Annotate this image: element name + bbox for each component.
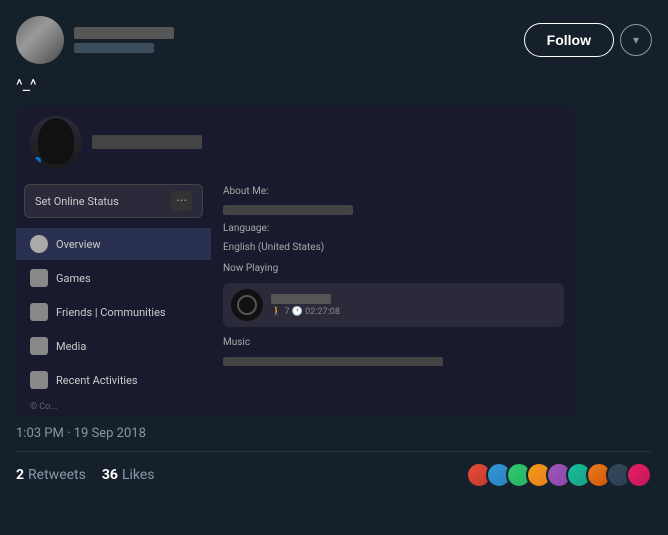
ps-game-icon-inner <box>237 295 257 315</box>
ps-copyright: © Co... <box>16 398 211 416</box>
ps-online-dot <box>32 156 42 166</box>
ps-game-info: 🚶 7 🕐 02:27:08 <box>271 294 340 317</box>
ps-body: Set Online Status ··· Overview Games Fri… <box>16 178 576 416</box>
person-icon <box>30 235 48 253</box>
ps-profile-screenshot: Set Online Status ··· Overview Games Fri… <box>16 106 576 416</box>
likers-row <box>466 462 652 488</box>
retweet-stat: 2 Retweets <box>16 467 86 483</box>
ps-dots-icon: ··· <box>171 191 192 211</box>
chevron-down-icon: ▾ <box>633 33 639 47</box>
media-icon <box>30 337 48 355</box>
tweet-image: Set Online Status ··· Overview Games Fri… <box>16 106 576 416</box>
ps-set-status[interactable]: Set Online Status ··· <box>24 184 203 218</box>
ps-menu-friends[interactable]: Friends | Communities <box>16 296 211 328</box>
tweet-text: ^_^ <box>16 74 652 96</box>
ps-media-label: Media <box>56 340 86 353</box>
ps-menu-media[interactable]: Media <box>16 330 211 362</box>
recent-icon <box>30 371 48 389</box>
likes-count: 36 <box>102 467 118 483</box>
ps-language-value: English (United States) <box>223 242 564 253</box>
user-info <box>16 16 174 64</box>
ps-game-card: 🚶 7 🕐 02:27:08 <box>223 283 564 327</box>
liker-avatar[interactable] <box>626 462 652 488</box>
ps-friends-label: Friends | Communities <box>56 306 166 319</box>
ps-menu-recent[interactable]: Recent Activities <box>16 364 211 396</box>
ps-recent-label: Recent Activities <box>56 374 138 387</box>
avatar-image <box>16 16 64 64</box>
likes-label: Likes <box>122 467 155 483</box>
chevron-button[interactable]: ▾ <box>620 24 652 56</box>
ps-header <box>16 106 576 178</box>
follow-button[interactable]: Follow <box>524 23 614 57</box>
display-name <box>74 27 174 39</box>
ps-game-icon <box>231 289 263 321</box>
ps-menu-games[interactable]: Games <box>16 262 211 294</box>
user-names <box>74 27 174 53</box>
ps-games-label: Games <box>56 272 91 285</box>
ps-music-bar <box>223 357 443 366</box>
avatar[interactable] <box>16 16 64 64</box>
retweet-count: 2 <box>16 467 24 483</box>
ps-music-label: Music <box>223 337 564 348</box>
username <box>74 43 154 53</box>
tweet-header: Follow ▾ <box>16 16 652 64</box>
likes-stat: 36 Likes <box>102 467 155 483</box>
ps-username-block <box>92 135 202 149</box>
ps-menu-overview[interactable]: Overview <box>16 228 211 260</box>
tweet-stats: 2 Retweets 36 Likes <box>16 451 652 498</box>
ps-language-label: Language: <box>223 223 564 234</box>
ps-set-status-text: Set Online Status <box>35 195 119 208</box>
ps-now-playing-label: Now Playing <box>223 263 564 274</box>
ps-game-name <box>271 294 331 304</box>
tweet-timestamp: 1:03 PM · 19 Sep 2018 <box>16 426 652 441</box>
ps-avatar <box>30 116 82 168</box>
tweet-container: Follow ▾ ^_^ Set Online St <box>0 0 668 498</box>
controller-icon <box>30 269 48 287</box>
friends-icon <box>30 303 48 321</box>
follow-area: Follow ▾ <box>524 23 652 57</box>
ps-overview-label: Overview <box>56 238 101 251</box>
ps-about-label: About Me: <box>223 186 564 197</box>
retweet-label: Retweets <box>28 467 86 483</box>
ps-main: About Me: Language: English (United Stat… <box>211 178 576 416</box>
ps-sidebar: Set Online Status ··· Overview Games Fri… <box>16 178 211 416</box>
ps-game-meta: 🚶 7 🕐 02:27:08 <box>271 307 340 317</box>
ps-about-bar <box>223 205 353 215</box>
